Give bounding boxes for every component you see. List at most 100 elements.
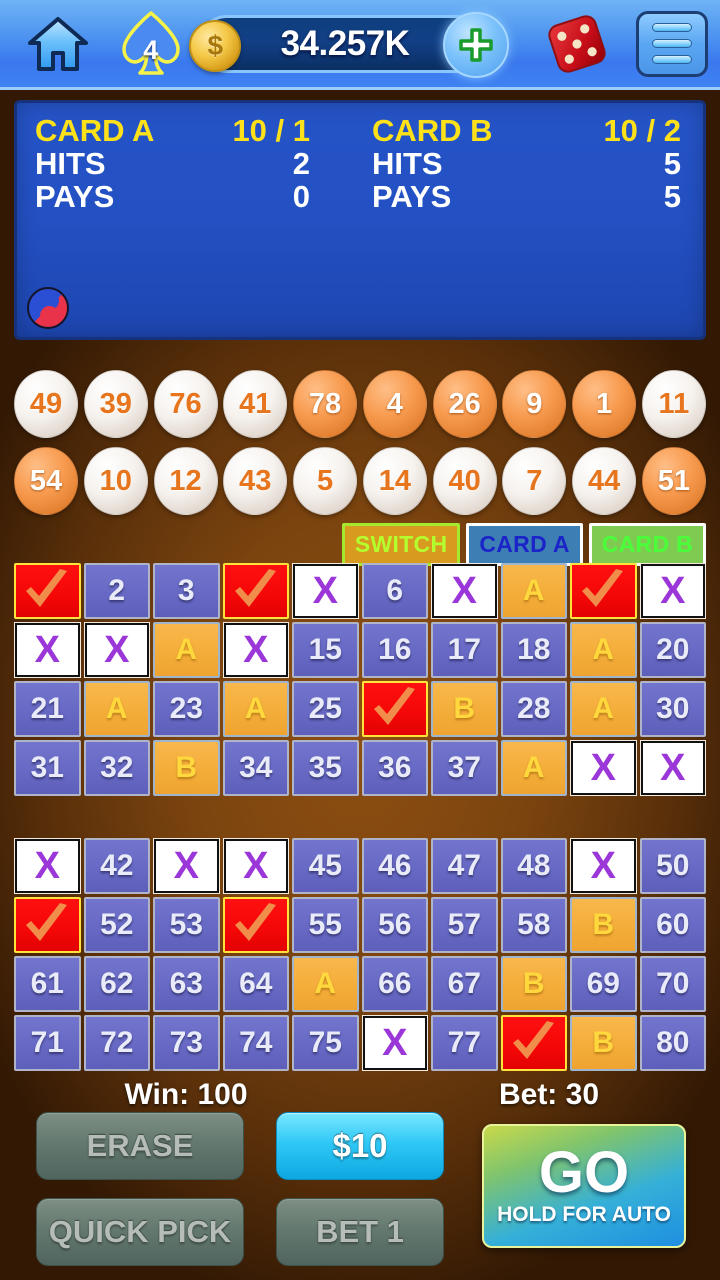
keno-cell-number[interactable]: 25 <box>292 681 359 737</box>
keno-cell-number[interactable]: 56 <box>361 897 428 953</box>
keno-cell-number[interactable]: 58 <box>500 897 567 953</box>
keno-cell-number[interactable]: 60 <box>639 897 706 953</box>
keno-cell-card-b[interactable]: B <box>153 740 220 796</box>
keno-cell-number[interactable]: 17 <box>431 622 498 678</box>
menu-button[interactable] <box>625 10 720 77</box>
keno-cell-number[interactable]: 53 <box>153 897 220 953</box>
bet-1-button[interactable]: BET 1 <box>276 1198 444 1266</box>
spade-count: 4 <box>143 34 159 65</box>
keno-cell-hit[interactable] <box>222 563 289 619</box>
keno-cell-card-a[interactable]: A <box>292 956 359 1012</box>
keno-cell-number[interactable]: 66 <box>361 956 428 1012</box>
keno-cell-marked-x[interactable]: X <box>222 838 289 894</box>
keno-cell-number[interactable]: 23 <box>153 681 220 737</box>
keno-cell-number[interactable]: 72 <box>83 1015 150 1071</box>
keno-cell-number[interactable]: 57 <box>431 897 498 953</box>
erase-button[interactable]: ERASE <box>36 1112 244 1180</box>
keno-cell-marked-x[interactable]: X <box>570 740 637 796</box>
keno-cell-number[interactable]: 28 <box>500 681 567 737</box>
keno-cell-hit[interactable] <box>222 897 289 953</box>
keno-cell-number[interactable]: 47 <box>431 838 498 894</box>
keno-cell-hit[interactable] <box>14 897 81 953</box>
keno-cell-marked-x[interactable]: X <box>570 838 637 894</box>
keno-cell-number[interactable]: 48 <box>500 838 567 894</box>
keno-cell-number[interactable]: 67 <box>431 956 498 1012</box>
keno-cell-card-b[interactable]: B <box>570 1015 637 1071</box>
keno-cell-number[interactable]: 55 <box>292 897 359 953</box>
bet-amount-button[interactable]: $10 <box>276 1112 444 1180</box>
keno-cell-card-a[interactable]: A <box>153 622 220 678</box>
home-button[interactable] <box>10 15 105 73</box>
spade-cards-button[interactable]: 4 <box>105 7 196 81</box>
keno-cell-hit[interactable] <box>14 563 81 619</box>
keno-cell-hit[interactable] <box>500 1015 567 1071</box>
quick-pick-button[interactable]: QUICK PICK <box>36 1198 244 1266</box>
keno-cell-number[interactable]: 34 <box>222 740 289 796</box>
keno-cell-number[interactable]: 70 <box>639 956 706 1012</box>
keno-cell-number[interactable]: 30 <box>639 681 706 737</box>
keno-cell-number[interactable]: 62 <box>83 956 150 1012</box>
keno-cell-marked-x[interactable]: X <box>639 740 706 796</box>
keno-cell-number[interactable]: 20 <box>639 622 706 678</box>
keno-cell-number[interactable]: 50 <box>639 838 706 894</box>
keno-cell-marked-x[interactable]: X <box>153 838 220 894</box>
dice-button[interactable] <box>530 8 625 80</box>
keno-cell-card-a[interactable]: A <box>570 622 637 678</box>
keno-cell-marked-x[interactable]: X <box>361 1015 428 1071</box>
keno-cell-marked-x[interactable]: X <box>14 838 81 894</box>
keno-cell-card-a[interactable]: A <box>500 563 567 619</box>
keno-cell-number[interactable]: 37 <box>431 740 498 796</box>
keno-cell-card-a[interactable]: A <box>570 681 637 737</box>
keno-cell-number[interactable]: 73 <box>153 1015 220 1071</box>
keno-cell-number[interactable]: 2 <box>83 563 150 619</box>
keno-cell-number[interactable]: 64 <box>222 956 289 1012</box>
drawn-ball: 54 <box>14 447 78 515</box>
keno-cell-number[interactable]: 3 <box>153 563 220 619</box>
keno-cell-hit[interactable] <box>361 681 428 737</box>
keno-cell-number[interactable]: 32 <box>83 740 150 796</box>
keno-cell-number[interactable]: 80 <box>639 1015 706 1071</box>
card-b-button[interactable]: CARD B <box>588 523 706 566</box>
keno-cell-marked-x[interactable]: X <box>292 563 359 619</box>
keno-cell-number[interactable]: 75 <box>292 1015 359 1071</box>
keno-cell-number[interactable]: 69 <box>570 956 637 1012</box>
keno-cell-number[interactable]: 52 <box>83 897 150 953</box>
keno-cell-number[interactable]: 35 <box>292 740 359 796</box>
keno-cell-number[interactable]: 74 <box>222 1015 289 1071</box>
keno-cell-number[interactable]: 71 <box>14 1015 81 1071</box>
taegeuk-icon[interactable] <box>27 287 69 329</box>
switch-button[interactable]: SWITCH <box>341 523 461 566</box>
keno-cell-number[interactable]: 6 <box>361 563 428 619</box>
keno-cell-card-b[interactable]: B <box>431 681 498 737</box>
keno-cell-marked-x[interactable]: X <box>14 622 81 678</box>
keno-cell-card-a[interactable]: A <box>83 681 150 737</box>
top-bar: 4 $ 34.257K <box>0 0 720 90</box>
keno-cell-number[interactable]: 31 <box>14 740 81 796</box>
keno-cell-number[interactable]: 61 <box>14 956 81 1012</box>
keno-cell-number[interactable]: 42 <box>83 838 150 894</box>
add-coins-button[interactable] <box>442 11 509 78</box>
keno-cell-number[interactable]: 36 <box>361 740 428 796</box>
balance-display[interactable]: $ 34.257K <box>189 11 509 78</box>
keno-cell-hit[interactable] <box>570 563 637 619</box>
go-button[interactable]: GO HOLD FOR AUTO <box>482 1124 686 1248</box>
keno-cell-number[interactable]: 45 <box>292 838 359 894</box>
keno-cell-marked-x[interactable]: X <box>639 563 706 619</box>
keno-cell-number[interactable]: 46 <box>361 838 428 894</box>
keno-cell-number[interactable]: 63 <box>153 956 220 1012</box>
keno-cell-number[interactable]: 21 <box>14 681 81 737</box>
keno-cell-card-b[interactable]: B <box>570 897 637 953</box>
keno-cell-card-a[interactable]: A <box>500 740 567 796</box>
card-a-hits-label: HITS <box>35 145 106 181</box>
keno-cell-number[interactable]: 77 <box>431 1015 498 1071</box>
keno-cell-number[interactable]: 15 <box>292 622 359 678</box>
keno-cell-number[interactable]: 18 <box>500 622 567 678</box>
keno-cell-card-b[interactable]: B <box>500 956 567 1012</box>
keno-cell-marked-x[interactable]: X <box>222 622 289 678</box>
card-a-button[interactable]: CARD A <box>466 523 583 566</box>
keno-cell-number[interactable]: 16 <box>361 622 428 678</box>
check-icon <box>26 569 68 607</box>
keno-cell-marked-x[interactable]: X <box>431 563 498 619</box>
keno-cell-card-a[interactable]: A <box>222 681 289 737</box>
keno-cell-marked-x[interactable]: X <box>83 622 150 678</box>
